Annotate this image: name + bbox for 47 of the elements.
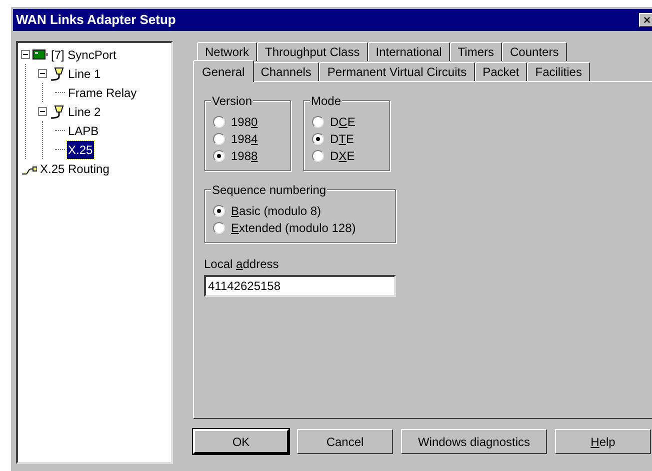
- tab[interactable]: General: [193, 60, 254, 82]
- tree-item[interactable]: LAPB: [67, 122, 100, 140]
- radio-button[interactable]: [312, 150, 324, 162]
- radio-button[interactable]: [213, 222, 225, 234]
- tab[interactable]: International: [368, 42, 450, 61]
- radio-option[interactable]: 1988: [213, 147, 282, 164]
- window-title: WAN Links Adapter Setup: [16, 11, 176, 30]
- radio-option[interactable]: DXE: [312, 147, 381, 164]
- tab[interactable]: Throughput Class: [257, 42, 368, 61]
- tree-item[interactable]: Frame Relay: [67, 84, 138, 102]
- tab[interactable]: Counters: [502, 42, 567, 61]
- tab[interactable]: Facilities: [527, 62, 590, 81]
- tab[interactable]: Network: [197, 42, 258, 61]
- dialog-button[interactable]: Windows diagnostics: [401, 429, 547, 454]
- field-label: Local address: [204, 256, 280, 273]
- tab[interactable]: Permanent Virtual Circuits: [319, 62, 475, 81]
- dialog-button[interactable]: Cancel: [297, 429, 393, 454]
- tree-item[interactable]: [7] SyncPort: [50, 46, 118, 64]
- radio-button[interactable]: [213, 132, 225, 144]
- collapse-icon[interactable]: [38, 107, 47, 116]
- cable-plug-icon: [49, 104, 65, 120]
- dialog-button[interactable]: OK: [193, 429, 289, 454]
- local-address-field[interactable]: 41142625158: [204, 275, 396, 297]
- radio-button[interactable]: [213, 116, 225, 128]
- tree-item[interactable]: Line 1: [67, 64, 102, 82]
- dialog-button[interactable]: Help: [555, 429, 651, 454]
- network-card-icon: [32, 48, 48, 62]
- cable-plug-icon: [49, 66, 65, 82]
- radio-option[interactable]: Extended (modulo 128): [213, 219, 387, 236]
- radio-button[interactable]: [213, 150, 225, 162]
- tab[interactable]: Channels: [252, 62, 320, 81]
- tab[interactable]: Packet: [474, 62, 528, 81]
- collapse-icon[interactable]: [21, 50, 30, 59]
- radio-option[interactable]: Basic (modulo 8): [213, 202, 387, 219]
- tree-item[interactable]: X.25: [67, 140, 94, 158]
- tab[interactable]: Timers: [450, 42, 502, 61]
- radio-button[interactable]: [312, 132, 324, 144]
- radio-option[interactable]: 1984: [213, 130, 282, 147]
- tree-item[interactable]: X.25 Routing: [39, 160, 110, 178]
- tree-item[interactable]: Line 2: [67, 102, 102, 120]
- radio-option[interactable]: DTE: [312, 130, 381, 147]
- radio-option[interactable]: DCE: [312, 113, 381, 130]
- close-button[interactable]: ×: [639, 13, 652, 27]
- radio-button[interactable]: [213, 204, 225, 216]
- radio-option[interactable]: 1980: [213, 113, 282, 130]
- radio-button[interactable]: [312, 116, 324, 128]
- collapse-icon[interactable]: [38, 69, 47, 78]
